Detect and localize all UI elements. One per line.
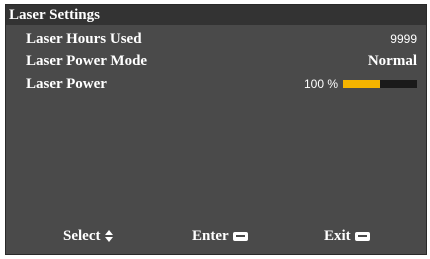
footer-enter: Enter	[192, 226, 248, 246]
footer-select-label: Select	[63, 227, 101, 244]
laser-power-mode-label: Laser Power Mode	[26, 52, 148, 69]
menu-title: Laser Settings	[6, 5, 426, 25]
footer-enter-label: Enter	[192, 227, 229, 244]
menu-item-laser-hours-used[interactable]: Laser Hours Used 9999	[26, 29, 417, 49]
laser-hours-used-value: 9999	[390, 32, 417, 46]
laser-hours-used-label: Laser Hours Used	[26, 30, 142, 47]
footer-select: Select	[63, 226, 114, 246]
up-down-arrows-icon	[105, 230, 114, 242]
laser-power-mode-value[interactable]: Normal	[368, 53, 417, 70]
menu-item-laser-power[interactable]: Laser Power 100 %	[26, 74, 417, 94]
laser-settings-panel: Laser Settings Laser Hours Used 9999 Las…	[5, 4, 427, 255]
footer-hints: Select Enter Exit	[6, 226, 426, 246]
laser-power-label: Laser Power	[26, 75, 107, 92]
menu-item-laser-power-mode[interactable]: Laser Power Mode Normal	[26, 51, 417, 71]
laser-power-control[interactable]: 100 %	[304, 77, 417, 91]
menu-title-text: Laser Settings	[9, 6, 100, 23]
footer-exit: Exit	[324, 226, 370, 246]
laser-power-slider-fill	[343, 80, 380, 88]
laser-power-percent: 100 %	[303, 77, 338, 91]
enter-key-icon	[232, 231, 248, 241]
footer-exit-label: Exit	[324, 227, 351, 244]
menu-key-icon	[354, 231, 370, 241]
laser-power-slider[interactable]	[343, 80, 417, 88]
